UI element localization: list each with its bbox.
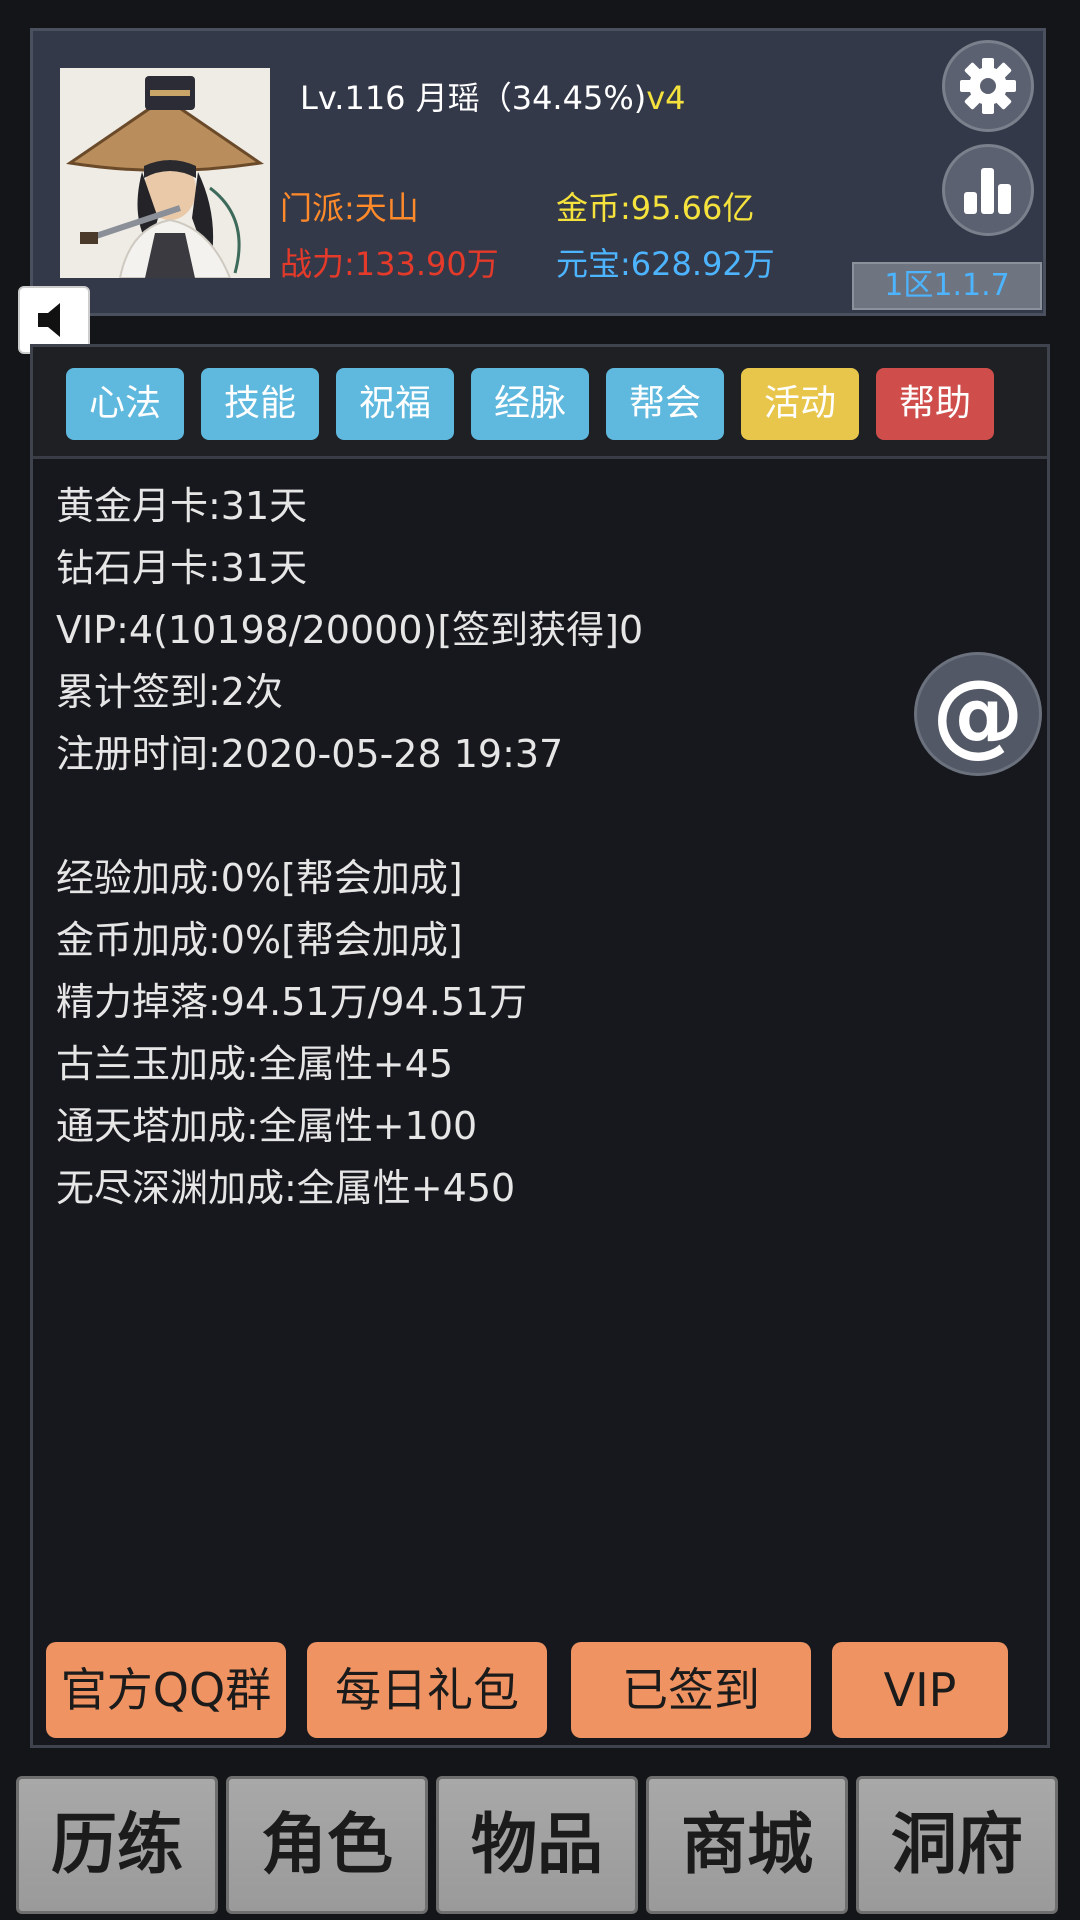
exp-bonus: 经验加成:0%[帮会加成] (56, 856, 463, 900)
gold-monthly-card: 黄金月卡:31天 (56, 484, 308, 528)
tab-skills[interactable]: 技能 (201, 368, 319, 440)
settings-button[interactable] (942, 40, 1034, 132)
signed-in-button[interactable]: 已签到 (571, 1642, 811, 1738)
tab-xinfa[interactable]: 心法 (66, 368, 184, 440)
abyss-bonus: 无尽深渊加成:全属性+450 (56, 1166, 516, 1210)
tab-events[interactable]: 活动 (741, 368, 859, 440)
register-time: 注册时间:2020-05-28 19:37 (56, 732, 564, 776)
server-version-badge: 1区1.1.7 (852, 262, 1042, 310)
player-level-text: Lv.116 月瑶（34.45%) (300, 79, 647, 117)
daily-gift-button[interactable]: 每日礼包 (307, 1642, 547, 1738)
tab-help[interactable]: 帮助 (876, 368, 994, 440)
avatar-portrait-icon (60, 68, 270, 278)
gold-bonus: 金币加成:0%[帮会加成] (56, 918, 463, 962)
player-avatar[interactable] (60, 68, 270, 278)
ranking-button[interactable] (942, 144, 1034, 236)
nav-training[interactable]: 历练 (16, 1776, 218, 1914)
vip-progress: VIP:4(10198/20000)[签到获得]0 (56, 608, 644, 652)
tab-meridians[interactable]: 经脉 (471, 368, 589, 440)
diamond-monthly-card: 钻石月卡:31天 (56, 546, 308, 590)
mail-button[interactable]: @ (914, 652, 1042, 776)
total-signin: 累计签到:2次 (56, 670, 283, 714)
gulan-jade-bonus: 古兰玉加成:全属性+45 (56, 1042, 453, 1086)
nav-character[interactable]: 角色 (226, 1776, 428, 1914)
speaker-icon (38, 303, 60, 337)
tab-blessing[interactable]: 祝福 (336, 368, 454, 440)
player-level-name: Lv.116 月瑶（34.45%)v4 (300, 78, 686, 118)
official-qq-group-button[interactable]: 官方QQ群 (46, 1642, 286, 1738)
bar-chart-icon (964, 168, 1011, 214)
nav-items[interactable]: 物品 (436, 1776, 638, 1914)
energy-drop: 精力掉落:94.51万/94.51万 (56, 980, 528, 1024)
yuanbao-label: 元宝:628.92万 (556, 245, 775, 283)
vip-tag: v4 (646, 79, 686, 117)
tab-guild[interactable]: 帮会 (606, 368, 724, 440)
nav-shop[interactable]: 商城 (646, 1776, 848, 1914)
sect-label: 门派:天山 (280, 189, 419, 227)
tower-bonus: 通天塔加成:全属性+100 (56, 1104, 478, 1148)
nav-cave[interactable]: 洞府 (856, 1776, 1058, 1914)
combat-power-label: 战力:133.90万 (280, 245, 499, 283)
at-sign-icon: @ (932, 660, 1024, 767)
gear-icon (960, 58, 1016, 114)
gold-coin-label: 金币:95.66亿 (556, 189, 755, 227)
vip-button[interactable]: VIP (832, 1642, 1008, 1738)
